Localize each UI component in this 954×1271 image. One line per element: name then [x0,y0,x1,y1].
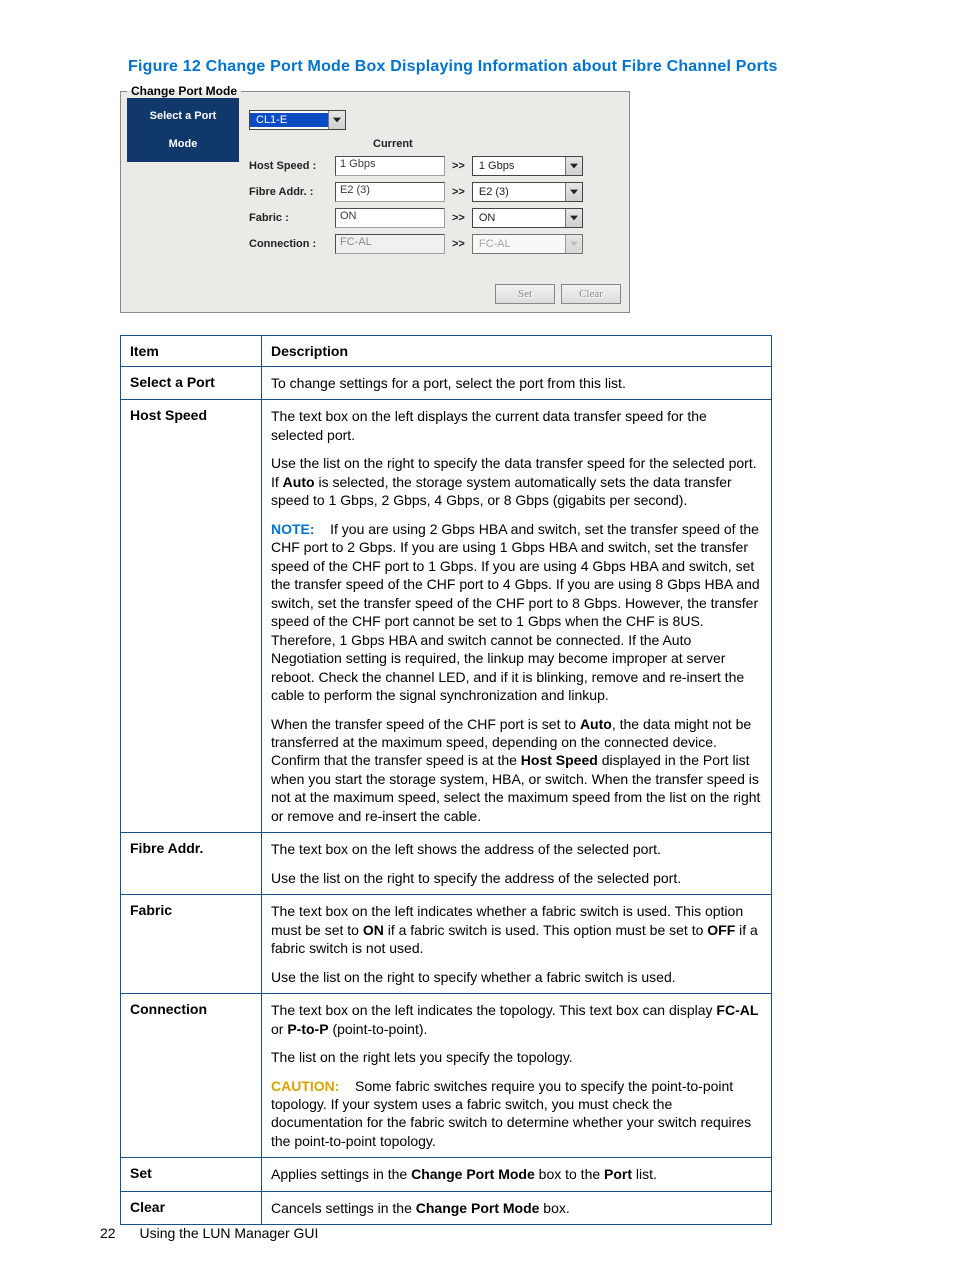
current-fabric-field: ON [335,208,445,228]
label-connection: Connection : [249,238,327,250]
change-port-mode-dialog: Change Port Mode Select a Port Mode CL1-… [120,84,630,313]
row-select-port-item: Select a Port [121,367,262,400]
row-select-port-desc: To change settings for a port, select th… [271,374,762,392]
row-fabric-item: Fabric [121,895,262,994]
new-connection-value: FC-AL [473,237,565,251]
host-speed-p4: When the transfer speed of the CHF port … [271,715,762,826]
fabric-p2: Use the list on the right to specify whe… [271,968,762,986]
fabric-p1: The text box on the left indicates wheth… [271,902,762,957]
set-button[interactable]: Set [495,284,555,304]
row-host-speed-item: Host Speed [121,400,262,833]
fibre-addr-p1: The text box on the left shows the addre… [271,840,762,858]
current-host-speed-field: 1 Gbps [335,156,445,176]
new-host-speed-value: 1 Gbps [473,159,565,173]
select-port-combo[interactable]: CL1-E [249,110,346,130]
chevron-down-icon[interactable] [565,157,582,175]
figure-title: Figure 12 Change Port Mode Box Displayin… [128,58,834,76]
label-host-speed: Host Speed : [249,160,327,172]
connection-combo: FC-AL [472,234,583,254]
host-speed-p1: The text box on the left displays the cu… [271,407,762,444]
current-fibre-addr-field: E2 (3) [335,182,445,202]
host-speed-combo[interactable]: 1 Gbps [472,156,583,176]
arrow-icon: >> [445,212,472,224]
label-fabric: Fabric : [249,212,327,224]
select-port-value: CL1-E [250,113,328,127]
connection-caution: CAUTION: Some fabric switches require yo… [271,1077,762,1151]
fibre-addr-combo[interactable]: E2 (3) [472,182,583,202]
page-number: 22 [100,1225,116,1241]
fabric-combo[interactable]: ON [472,208,583,228]
footer-section-title: Using the LUN Manager GUI [139,1225,318,1241]
arrow-icon: >> [445,186,472,198]
groupbox-legend: Change Port Mode [127,84,241,98]
col-header-description: Description [262,336,772,367]
host-speed-p2: Use the list on the right to specify the… [271,454,762,509]
clear-desc: Cancels settings in the Change Port Mode… [271,1199,762,1217]
sidebar-item-select-port[interactable]: Select a Port [127,104,239,128]
new-fibre-addr-value: E2 (3) [473,185,565,199]
row-clear-item: Clear [121,1191,262,1224]
current-connection-field: FC-AL [335,234,445,254]
clear-button[interactable]: Clear [561,284,621,304]
host-speed-note: NOTE: If you are using 2 Gbps HBA and sw… [271,520,762,705]
set-desc: Applies settings in the Change Port Mode… [271,1165,762,1183]
row-set-item: Set [121,1158,262,1191]
row-fibre-addr-item: Fibre Addr. [121,833,262,895]
page-footer: 22 Using the LUN Manager GUI [100,1225,318,1241]
chevron-down-icon[interactable] [328,111,345,129]
dialog-sidebar: Select a Port Mode [127,98,239,162]
description-table: Item Description Select a Port To change… [120,335,772,1225]
col-header-item: Item [121,336,262,367]
arrow-icon: >> [445,160,472,172]
label-fibre-addr: Fibre Addr. : [249,186,327,198]
connection-p2: The list on the right lets you specify t… [271,1048,762,1066]
chevron-down-icon[interactable] [565,183,582,201]
arrow-icon: >> [445,238,472,250]
chevron-down-icon[interactable] [565,209,582,227]
fibre-addr-p2: Use the list on the right to specify the… [271,869,762,887]
connection-p1: The text box on the left indicates the t… [271,1001,762,1038]
new-fabric-value: ON [473,211,565,225]
row-connection-item: Connection [121,994,262,1158]
sidebar-item-mode[interactable]: Mode [127,132,239,156]
current-column-header: Current [373,138,413,150]
chevron-down-icon [565,235,582,253]
